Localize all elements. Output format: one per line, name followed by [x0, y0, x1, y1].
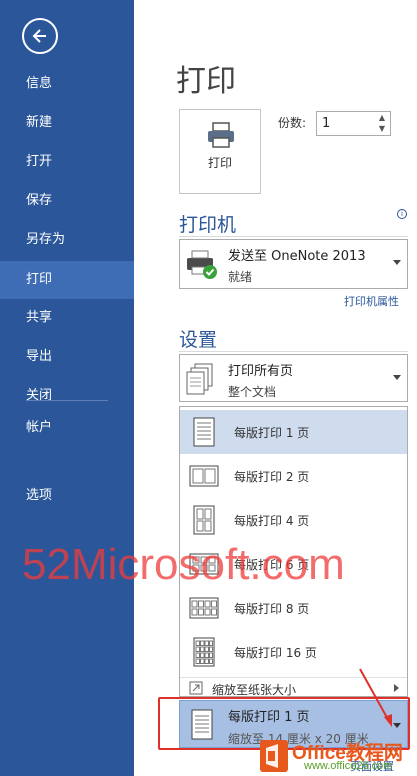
- settings-section-divider: [179, 351, 408, 352]
- copies-stepper[interactable]: 1 ▲ ▼: [316, 111, 391, 136]
- sidebar-item-new[interactable]: 新建: [0, 104, 134, 142]
- sidebar-item-save[interactable]: 保存: [0, 182, 134, 220]
- sidebar-item-options[interactable]: 选项: [0, 477, 134, 515]
- print-range-dropdown[interactable]: 打印所有页 整个文档: [179, 354, 408, 402]
- arrow-left-icon: [32, 29, 46, 43]
- menu-item-label: 每版打印 16 页: [234, 646, 317, 660]
- menu-item-label: 每版打印 4 页: [234, 514, 310, 528]
- badge-url: www.office26.com: [304, 760, 393, 772]
- sidebar-item-info[interactable]: 信息: [0, 65, 134, 103]
- back-button[interactable]: [22, 18, 58, 54]
- sidebar-item-share[interactable]: 共享: [0, 299, 134, 337]
- print-range-main: 打印所有页: [228, 364, 294, 379]
- pages-icon: [186, 363, 213, 395]
- one-page-layout-icon: [193, 417, 215, 447]
- printer-section-title: 打印机: [179, 214, 237, 236]
- two-pages-layout-icon: [189, 465, 219, 487]
- eight-pages-layout-icon: [189, 597, 219, 619]
- printer-ready-icon: [187, 250, 217, 279]
- chevron-down-icon: [393, 260, 401, 265]
- scale-icon: [189, 681, 203, 695]
- sixteen-pages-layout-icon: [193, 637, 215, 667]
- spin-down-icon[interactable]: ▼: [377, 124, 387, 134]
- print-button-label: 打印: [207, 156, 232, 170]
- office-logo-icon: [260, 740, 288, 772]
- settings-section-title: 设置: [179, 329, 218, 351]
- annotation-arrow-icon: [359, 668, 392, 727]
- printer-section-divider: [179, 236, 408, 237]
- copies-label: 份数:: [278, 116, 307, 130]
- printer-status: 就绪: [228, 270, 253, 284]
- backstage-sidebar: 信息 新建 打开 保存 另存为 打印 共享 导出 关闭 帐户 选项: [0, 0, 134, 776]
- site-watermark: 52Microsoft.com: [22, 540, 345, 589]
- print-range-sub: 整个文档: [228, 385, 277, 399]
- spin-up-icon[interactable]: ▲: [377, 113, 387, 123]
- four-pages-layout-icon: [193, 505, 215, 535]
- menu-item-label: 每版打印 1 页: [234, 426, 310, 440]
- printer-dropdown[interactable]: 发送至 OneNote 2013 就绪: [179, 239, 408, 289]
- menu-item-4-pages[interactable]: 每版打印 4 页: [180, 498, 407, 542]
- chevron-down-icon: [393, 375, 401, 380]
- menu-item-8-pages[interactable]: 每版打印 8 页: [180, 586, 407, 630]
- menu-item-1-page[interactable]: 每版打印 1 页: [180, 410, 407, 454]
- office-badge-watermark: Office教程网 www.office26.com: [260, 740, 417, 776]
- sidebar-item-print[interactable]: 打印: [0, 261, 134, 299]
- page-title: 打印: [176, 64, 236, 99]
- printer-name: 发送至 OneNote 2013: [228, 249, 366, 264]
- sidebar-item-save-as[interactable]: 另存为: [0, 221, 134, 259]
- copies-value[interactable]: 1: [322, 116, 330, 131]
- sidebar-item-account[interactable]: 帐户: [0, 409, 134, 447]
- sidebar-item-export[interactable]: 导出: [0, 338, 134, 376]
- menu-item-label: 缩放至纸张大小: [212, 683, 297, 697]
- menu-item-label: 每版打印 8 页: [234, 602, 310, 616]
- info-icon[interactable]: i: [397, 209, 407, 219]
- sidebar-item-open[interactable]: 打开: [0, 143, 134, 181]
- menu-item-label: 每版打印 2 页: [234, 470, 310, 484]
- print-button[interactable]: 打印: [179, 109, 261, 194]
- printer-properties-link[interactable]: 打印机属性: [344, 293, 399, 309]
- menu-item-2-pages[interactable]: 每版打印 2 页: [180, 454, 407, 498]
- printer-icon: [208, 122, 234, 148]
- sidebar-divider: [26, 400, 108, 401]
